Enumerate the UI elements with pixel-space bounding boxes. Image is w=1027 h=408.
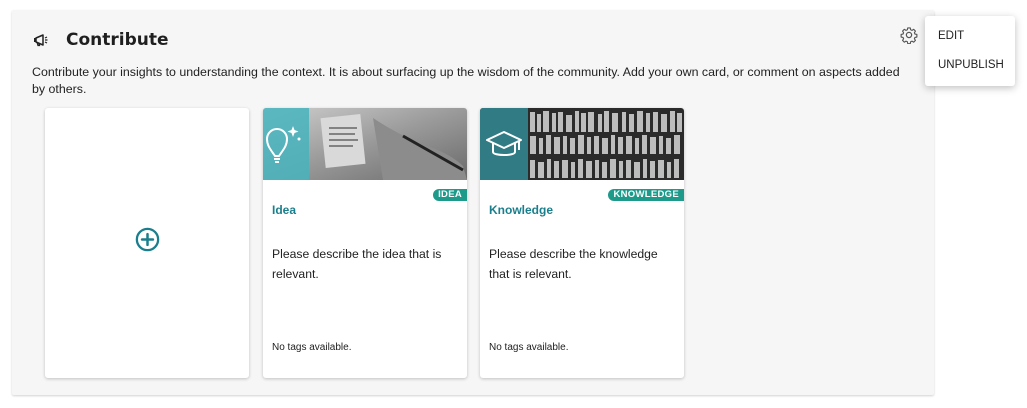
idea-card-image [263,108,467,180]
megaphone-icon [34,34,48,47]
menu-item-edit[interactable]: EDIT [938,30,964,42]
idea-badge: IDEA [433,189,467,201]
idea-card-tags: No tags available. [272,342,352,353]
settings-menu: EDIT UNPUBLISH [925,16,1015,86]
panel-header: Contribute [32,30,169,50]
menu-item-unpublish[interactable]: UNPUBLISH [938,59,1004,71]
knowledge-card[interactable]: KNOWLEDGE Knowledge Please describe the … [480,108,684,378]
contribute-panel: Contribute Contribute your insights to u… [12,10,934,395]
plus-circle-icon[interactable] [135,227,160,252]
add-card-button[interactable] [45,108,249,378]
panel-title: Contribute [66,30,169,50]
graduation-cap-icon [486,131,522,156]
panel-description: Contribute your insights to understandin… [32,65,900,96]
knowledge-card-text: Please describe the knowledge that is re… [489,247,658,281]
lightbulb-icon [265,126,301,163]
knowledge-card-title[interactable]: Knowledge [489,203,553,217]
idea-card[interactable]: IDEA Idea Please describe the idea that … [263,108,467,378]
gear-icon[interactable] [900,26,918,44]
idea-card-title[interactable]: Idea [272,203,296,217]
knowledge-card-tags: No tags available. [489,342,569,353]
knowledge-badge: KNOWLEDGE [608,189,684,201]
knowledge-card-image [480,108,684,180]
idea-card-text: Please describe the idea that is relevan… [272,247,442,281]
